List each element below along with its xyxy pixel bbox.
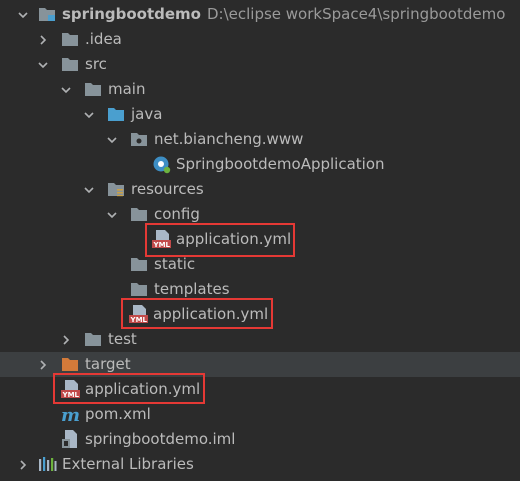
folder-label-test: test	[108, 330, 137, 348]
iml-file-icon	[61, 430, 79, 448]
chevron-down-icon[interactable]	[83, 177, 95, 202]
annotation-box-root-yml	[53, 373, 205, 404]
package-label: net.biancheng.www	[154, 130, 304, 148]
folder-icon	[84, 331, 102, 348]
folder-icon	[84, 81, 102, 98]
folder-icon	[61, 31, 79, 48]
libraries-icon	[38, 456, 57, 473]
excluded-folder-icon	[61, 356, 79, 373]
annotation-box-config-yml	[145, 223, 295, 257]
file-label-pom: pom.xml	[85, 405, 151, 423]
external-libraries-label: External Libraries	[62, 455, 194, 473]
folder-icon	[130, 206, 148, 223]
maven-icon: m	[61, 405, 80, 426]
spring-boot-class-icon	[152, 155, 171, 174]
tree-row-src[interactable]: src	[0, 52, 520, 77]
tree-row-external-libraries[interactable]: External Libraries	[0, 452, 520, 477]
tree-row-iml[interactable]: springbootdemo.iml	[0, 427, 520, 452]
chevron-down-icon[interactable]	[106, 202, 118, 227]
chevron-down-icon[interactable]	[37, 52, 49, 77]
folder-icon	[130, 281, 148, 298]
file-label-iml: springbootdemo.iml	[85, 430, 236, 448]
tree-row-project[interactable]: springbootdemo D:\eclipse workSpace4\spri…	[0, 2, 520, 27]
tree-row-app-class[interactable]: SpringbootdemoApplication	[0, 152, 520, 177]
folder-label-main: main	[108, 80, 146, 98]
chevron-down-icon[interactable]	[83, 102, 95, 127]
tree-row-java[interactable]: java	[0, 102, 520, 127]
tree-row-pom[interactable]: m pom.xml	[0, 402, 520, 427]
package-icon	[130, 131, 148, 148]
project-name: springbootdemo	[62, 5, 201, 23]
folder-label-java: java	[131, 105, 163, 123]
chevron-down-icon[interactable]	[60, 77, 72, 102]
tree-row-package[interactable]: net.biancheng.www	[0, 127, 520, 152]
chevron-right-icon[interactable]	[60, 327, 72, 352]
folder-label-resources: resources	[131, 180, 204, 198]
class-label-app: SpringbootdemoApplication	[176, 155, 385, 173]
source-folder-icon	[107, 106, 125, 123]
tree-row-main[interactable]: main	[0, 77, 520, 102]
tree-row-idea[interactable]: .idea	[0, 27, 520, 52]
folder-label-src: src	[85, 55, 107, 73]
module-folder-icon	[38, 6, 56, 23]
chevron-right-icon[interactable]	[37, 27, 49, 52]
folder-label-idea: .idea	[85, 30, 122, 48]
project-path: D:\eclipse workSpace4\springbootdemo	[206, 5, 506, 23]
chevron-right-icon[interactable]	[37, 352, 49, 377]
annotation-box-resources-yml	[121, 298, 273, 329]
svg-text:m: m	[61, 405, 80, 424]
chevron-right-icon[interactable]	[17, 452, 29, 477]
chevron-down-icon[interactable]	[17, 2, 29, 27]
folder-icon	[130, 256, 148, 273]
folder-icon	[61, 56, 79, 73]
tree-row-test[interactable]: test	[0, 327, 520, 352]
chevron-down-icon[interactable]	[106, 127, 118, 152]
resources-folder-icon	[107, 181, 125, 198]
tree-row-resources[interactable]: resources	[0, 177, 520, 202]
